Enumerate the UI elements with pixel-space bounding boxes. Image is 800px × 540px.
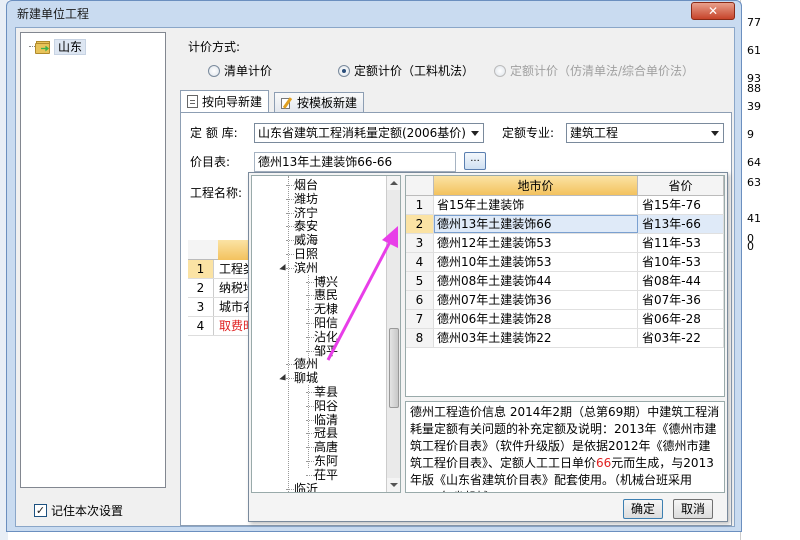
tab-wizard[interactable]: 按向导新建 <box>180 90 270 112</box>
annotation-arrow <box>326 226 398 361</box>
tab-wizard-label: 按向导新建 <box>202 95 263 109</box>
document-icon <box>187 95 198 108</box>
annotation-arrow-line <box>326 237 394 361</box>
